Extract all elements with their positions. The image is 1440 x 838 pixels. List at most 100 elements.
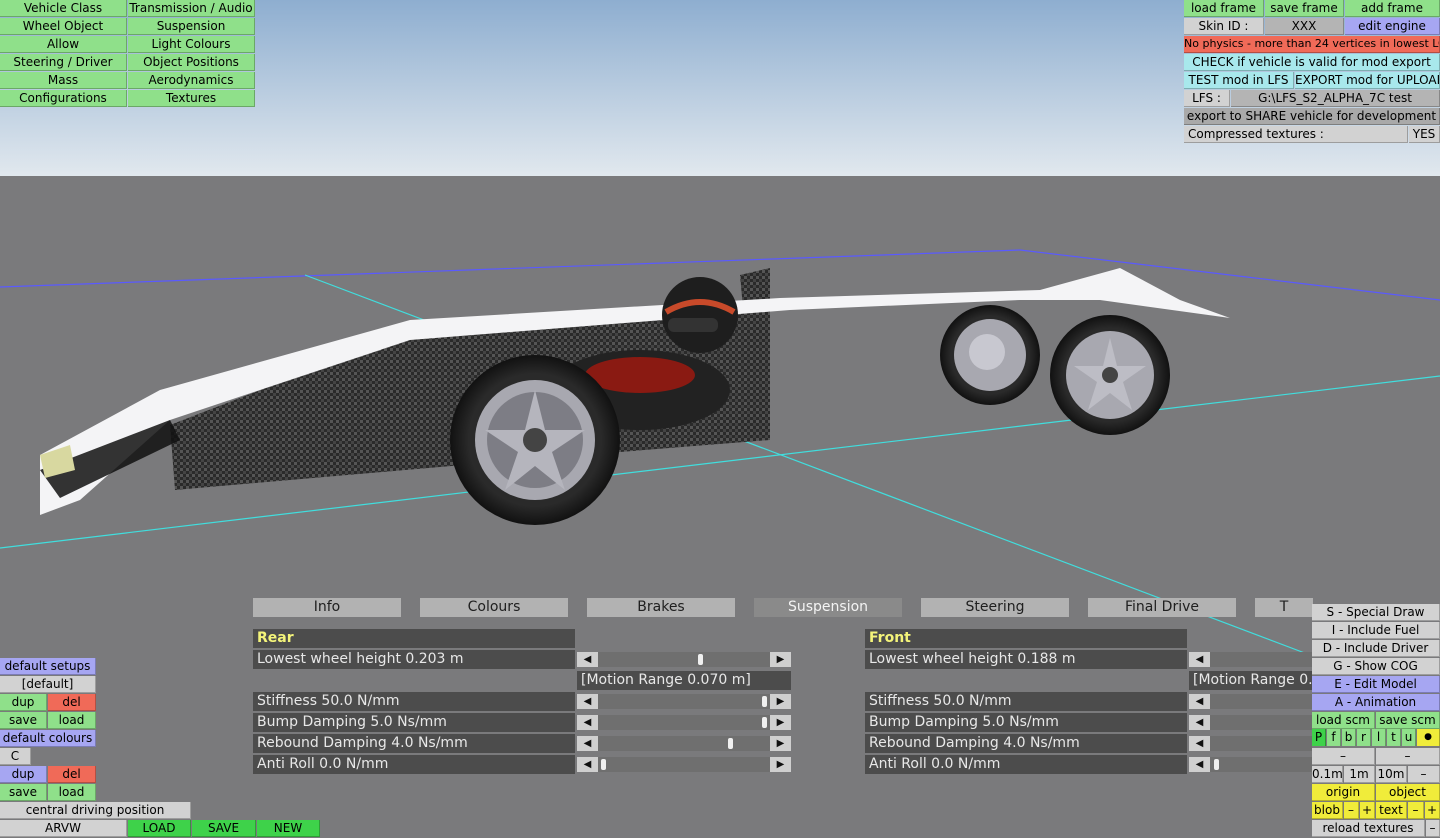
central-driving-button[interactable]: central driving position: [0, 802, 191, 819]
lfs-path-field[interactable]: G:\LFS_S2_ALPHA_7C test: [1231, 90, 1440, 107]
colour-save-button[interactable]: save: [0, 784, 47, 801]
slider-left-arrow[interactable]: ◀: [577, 757, 598, 772]
setup-dup-button[interactable]: dup: [0, 694, 47, 711]
slider-track[interactable]: [598, 715, 770, 730]
slider-knob[interactable]: [1214, 759, 1219, 770]
default-setups-label[interactable]: default setups: [0, 658, 96, 675]
slider-left-arrow[interactable]: ◀: [577, 736, 598, 751]
export-share-button[interactable]: export to SHARE vehicle for development: [1184, 108, 1440, 125]
dash-right-button[interactable]: –: [1376, 748, 1440, 765]
default-colours-label[interactable]: default colours: [0, 730, 96, 747]
tab-steering[interactable]: Steering: [921, 598, 1069, 617]
colour-load-button[interactable]: load: [48, 784, 96, 801]
front-antiroll-slider[interactable]: ◀: [1189, 757, 1312, 772]
dist-0-1m-button[interactable]: 0.1m: [1312, 766, 1343, 783]
view-l-button[interactable]: l: [1372, 729, 1386, 746]
save-scm-button[interactable]: save scm: [1376, 712, 1440, 729]
slider-left-arrow[interactable]: ◀: [1189, 757, 1210, 772]
slider-left-arrow[interactable]: ◀: [1189, 694, 1210, 709]
load-frame-button[interactable]: load frame: [1184, 0, 1264, 17]
rear-lowest-wheel-slider[interactable]: ◀ ▶: [577, 652, 791, 667]
dist-minus-button[interactable]: –: [1408, 766, 1440, 783]
slider-right-arrow[interactable]: ▶: [770, 736, 791, 751]
menu-vehicle-class[interactable]: Vehicle Class: [0, 0, 127, 17]
view-u-button[interactable]: u: [1402, 729, 1416, 746]
slider-track[interactable]: [1210, 736, 1312, 751]
view-P-button[interactable]: P: [1312, 729, 1326, 746]
menu-light-colours[interactable]: Light Colours: [128, 36, 255, 53]
show-cog-button[interactable]: G - Show COG: [1312, 658, 1440, 675]
slider-right-arrow[interactable]: ▶: [770, 652, 791, 667]
slider-left-arrow[interactable]: ◀: [577, 715, 598, 730]
slider-track[interactable]: [598, 694, 770, 709]
setup-del-button[interactable]: del: [48, 694, 96, 711]
front-stiffness-slider[interactable]: ◀: [1189, 694, 1312, 709]
rear-stiffness-slider[interactable]: ◀ ▶: [577, 694, 791, 709]
setup-load-button[interactable]: load: [48, 712, 96, 729]
tab-final-drive[interactable]: Final Drive: [1088, 598, 1236, 617]
view-r-button[interactable]: r: [1357, 729, 1371, 746]
slider-track[interactable]: [1210, 715, 1312, 730]
slider-knob[interactable]: [728, 738, 733, 749]
setup-select[interactable]: [default]: [0, 676, 96, 693]
save-frame-button[interactable]: save frame: [1265, 0, 1344, 17]
slider-track[interactable]: [1210, 652, 1312, 667]
menu-textures[interactable]: Textures: [128, 90, 255, 107]
view-dot-button[interactable]: ●: [1417, 729, 1440, 746]
export-upload-button[interactable]: EXPORT mod for UPLOAD: [1295, 72, 1440, 89]
menu-object-positions[interactable]: Object Positions: [128, 54, 255, 71]
reload-textures-button[interactable]: reload textures: [1312, 820, 1425, 837]
slider-left-arrow[interactable]: ◀: [577, 694, 598, 709]
menu-configurations[interactable]: Configurations: [0, 90, 127, 107]
text-plus-button[interactable]: +: [1425, 802, 1440, 819]
menu-suspension[interactable]: Suspension: [128, 18, 255, 35]
edit-model-button[interactable]: E - Edit Model: [1312, 676, 1440, 693]
slider-left-arrow[interactable]: ◀: [1189, 652, 1210, 667]
origin-button[interactable]: origin: [1312, 784, 1375, 801]
include-fuel-button[interactable]: I - Include Fuel: [1312, 622, 1440, 639]
dist-10m-button[interactable]: 10m: [1376, 766, 1407, 783]
slider-right-arrow[interactable]: ▶: [770, 757, 791, 772]
special-draw-button[interactable]: S - Special Draw: [1312, 604, 1440, 621]
menu-transmission-audio[interactable]: Transmission / Audio: [128, 0, 255, 17]
rear-rebound-slider[interactable]: ◀ ▶: [577, 736, 791, 751]
front-lowest-wheel-slider[interactable]: ◀: [1189, 652, 1312, 667]
view-b-button[interactable]: b: [1342, 729, 1356, 746]
slider-right-arrow[interactable]: ▶: [770, 715, 791, 730]
menu-steering-driver[interactable]: Steering / Driver: [0, 54, 127, 71]
slider-left-arrow[interactable]: ◀: [1189, 715, 1210, 730]
colour-select[interactable]: C: [0, 748, 31, 765]
load-button[interactable]: LOAD: [128, 820, 191, 837]
slider-left-arrow[interactable]: ◀: [1189, 736, 1210, 751]
test-mod-button[interactable]: TEST mod in LFS: [1184, 72, 1294, 89]
colour-del-button[interactable]: del: [48, 766, 96, 783]
save-button[interactable]: SAVE: [192, 820, 256, 837]
tab-info[interactable]: Info: [253, 598, 401, 617]
rear-antiroll-slider[interactable]: ◀ ▶: [577, 757, 791, 772]
slider-knob[interactable]: [698, 654, 703, 665]
blob-plus-button[interactable]: +: [1360, 802, 1375, 819]
slider-knob[interactable]: [762, 717, 767, 728]
text-minus-button[interactable]: –: [1408, 802, 1424, 819]
edit-engine-button[interactable]: edit engine: [1345, 18, 1440, 35]
blob-minus-button[interactable]: –: [1344, 802, 1359, 819]
animation-button[interactable]: A - Animation: [1312, 694, 1440, 711]
slider-knob[interactable]: [601, 759, 606, 770]
view-t-button[interactable]: t: [1387, 729, 1401, 746]
skin-id-field[interactable]: XXX: [1265, 18, 1344, 35]
slider-left-arrow[interactable]: ◀: [577, 652, 598, 667]
reload-minus-button[interactable]: –: [1426, 820, 1440, 837]
dist-1m-button[interactable]: 1m: [1344, 766, 1375, 783]
front-bump-slider[interactable]: ◀: [1189, 715, 1312, 730]
setup-save-button[interactable]: save: [0, 712, 47, 729]
new-button[interactable]: NEW: [257, 820, 320, 837]
check-valid-button[interactable]: CHECK if vehicle is valid for mod export: [1184, 54, 1440, 71]
menu-allow[interactable]: Allow: [0, 36, 127, 53]
colour-dup-button[interactable]: dup: [0, 766, 47, 783]
front-rebound-slider[interactable]: ◀: [1189, 736, 1312, 751]
add-frame-button[interactable]: add frame: [1345, 0, 1440, 17]
tab-brakes[interactable]: Brakes: [587, 598, 735, 617]
menu-mass[interactable]: Mass: [0, 72, 127, 89]
tab-truncated[interactable]: T: [1255, 598, 1313, 617]
tab-suspension[interactable]: Suspension: [754, 598, 902, 617]
